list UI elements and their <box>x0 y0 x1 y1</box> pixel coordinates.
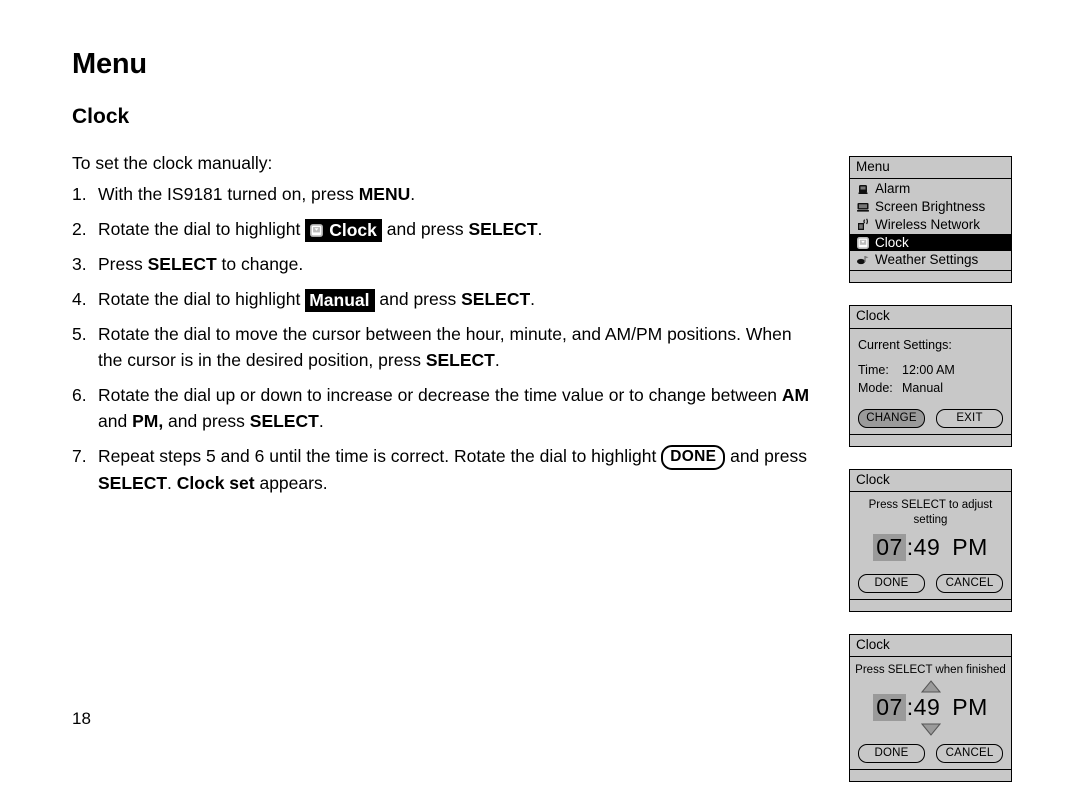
setting-value-mode: Manual <box>902 380 943 395</box>
menu-item-label: Wireless Network <box>875 216 981 232</box>
procedure-step: 3. Press SELECT to change. <box>72 252 812 278</box>
menu-item-list: Alarm Screen Brightness Wireless Network Cl… <box>850 179 1011 270</box>
menu-item-wireless-network[interactable]: Wireless Network <box>850 216 1011 234</box>
page-title: Menu <box>72 48 147 80</box>
step-number: 2. <box>72 219 87 240</box>
brightness-icon <box>856 200 870 214</box>
clock-settings-screen-mockup: Clock Current Settings: Time: 12:00 AM M… <box>849 305 1012 447</box>
procedure-step: 7. Repeat steps 5 and 6 until the time is… <box>72 444 807 493</box>
clock-finish-prompt: Press SELECT when finished <box>855 664 1006 677</box>
emphasis-text: AM <box>781 384 810 405</box>
emphasis-text: SELECT <box>249 410 319 431</box>
emphasis-text: Clock set <box>176 472 255 493</box>
cancel-button[interactable]: CANCEL <box>936 574 1003 594</box>
inline-ui-badge-label: Clock <box>329 220 377 241</box>
clock-finish-button-row: DONE CANCEL <box>850 738 1011 769</box>
alarm-icon <box>856 182 870 196</box>
hour-field-highlighted[interactable]: 07 <box>873 694 906 722</box>
clock-adjust-screen-title: Clock <box>850 469 1011 493</box>
inline-ui-badge: Clock <box>305 219 382 243</box>
hour-field-highlighted[interactable]: 07 <box>873 534 906 562</box>
step-number: 3. <box>72 254 87 275</box>
current-settings-label: Current Settings: <box>858 337 952 352</box>
menu-item-alarm[interactable]: Alarm <box>850 180 1011 198</box>
clock-finish-screen-footer <box>850 769 1011 782</box>
setting-key-mode: Mode: <box>858 380 893 395</box>
exit-button[interactable]: EXIT <box>936 408 1003 428</box>
menu-screen-body: Alarm Screen Brightness Wireless Network Cl… <box>850 179 1011 271</box>
menu-item-label: Weather Settings <box>875 252 979 268</box>
clock-finish-screen-mockup: Clock Press SELECT when finished 07 :49 … <box>849 634 1012 783</box>
menu-item-weather-settings[interactable]: Weather Settings <box>850 251 1011 269</box>
procedure-step: 2. Rotate the dial to highlight Clock and… <box>72 217 812 243</box>
setting-row-time: Time: 12:00 AM <box>858 361 1011 379</box>
intro-paragraph: To set the clock manually: <box>72 153 273 173</box>
clock-adjust-screen-footer <box>850 599 1011 612</box>
emphasis-text: SELECT <box>98 472 168 493</box>
emphasis-text: SELECT <box>461 289 531 310</box>
emphasis-text: PM, <box>132 410 164 431</box>
step-number: 6. <box>72 384 87 405</box>
document-text-column: Menu Clock To set the clock manually: 1.… <box>72 48 812 506</box>
change-button[interactable]: CHANGE <box>858 408 925 428</box>
setting-row-mode: Mode: Manual <box>858 379 1011 397</box>
menu-item-label: Clock <box>875 234 909 250</box>
minute-field[interactable]: :49 <box>906 534 940 561</box>
ampm-field[interactable]: PM <box>940 694 988 721</box>
procedure-step: 6. Rotate the dial up or down to increase… <box>72 384 810 431</box>
decrement-arrow-icon[interactable] <box>850 722 1011 738</box>
inline-ui-badge: Manual <box>305 289 375 313</box>
emphasis-text: SELECT <box>468 219 538 240</box>
minute-field[interactable]: :49 <box>906 694 940 721</box>
increment-arrow-icon[interactable] <box>850 678 1011 693</box>
menu-screen-title: Menu <box>850 157 1011 180</box>
clock-adjust-screen-mockup: Clock Press SELECT to adjust setting 07 … <box>849 468 1012 613</box>
clock-settings-screen-body: Current Settings: Time: 12:00 AM Mode: M… <box>850 328 1011 434</box>
menu-item-label: Alarm <box>875 181 911 197</box>
page-number: 18 <box>72 709 91 728</box>
clock-settings-screen-title: Clock <box>850 306 1011 329</box>
ampm-field[interactable]: PM <box>940 534 988 561</box>
emphasis-text: SELECT <box>425 349 495 370</box>
procedure-step: 4. Rotate the dial to highlight Manual an… <box>72 287 812 313</box>
done-button[interactable]: DONE <box>858 744 925 764</box>
procedure-step-list: 1. With the IS9181 turned on, press MENU.… <box>72 182 812 496</box>
emphasis-text: MENU <box>358 184 411 205</box>
menu-item-screen-brightness[interactable]: Screen Brightness <box>850 198 1011 216</box>
clock-adjust-time-display: 07 :49 PM <box>850 528 1011 568</box>
clock-finish-screen-body: Press SELECT when finished 07 :49 PM DON… <box>850 657 1011 770</box>
clock-adjust-button-row: DONE CANCEL <box>850 568 1011 599</box>
cancel-button[interactable]: CANCEL <box>936 744 1003 764</box>
menu-screen-mockup: Menu Alarm Screen Brightness Wireless Netw… <box>849 156 1012 284</box>
clock-finish-screen-title: Clock <box>850 635 1011 658</box>
procedure-step: 5. Rotate the dial to move the cursor bet… <box>72 323 792 370</box>
clock-settings-screen-footer <box>850 433 1011 446</box>
procedure-step: 1. With the IS9181 turned on, press MENU. <box>72 182 812 208</box>
device-screen-mockups: Menu Alarm Screen Brightness Wireless Netw… <box>849 156 1012 804</box>
clock-menu-icon <box>309 223 324 238</box>
step-number: 7. <box>72 445 87 466</box>
emphasis-text: SELECT <box>147 254 217 275</box>
step-number: 4. <box>72 289 87 310</box>
menu-item-clock[interactable]: Clock <box>850 233 1011 252</box>
menu-screen-footer <box>850 270 1011 283</box>
section-title: Clock <box>72 105 130 128</box>
wireless-icon <box>856 218 870 232</box>
clock-settings-button-row: CHANGE EXIT <box>850 403 1011 434</box>
done-button[interactable]: DONE <box>858 574 925 594</box>
step-number: 5. <box>72 323 87 344</box>
setting-key-time: Time: <box>858 362 889 377</box>
weather-icon <box>856 253 870 267</box>
clock-icon <box>856 236 870 250</box>
clock-adjust-screen-body: Press SELECT to adjust setting 07 :49 PM… <box>850 492 1011 600</box>
setting-value-time: 12:00 AM <box>902 362 955 377</box>
clock-adjust-prompt: Press SELECT to adjust setting <box>868 499 993 527</box>
inline-ui-pill-button: DONE <box>661 444 726 470</box>
clock-finish-time-display: 07 :49 PM <box>850 693 1011 722</box>
current-settings-block: Current Settings: Time: 12:00 AM Mode: M… <box>850 329 1011 403</box>
menu-item-label: Screen Brightness <box>875 199 986 215</box>
step-number: 1. <box>72 184 87 205</box>
